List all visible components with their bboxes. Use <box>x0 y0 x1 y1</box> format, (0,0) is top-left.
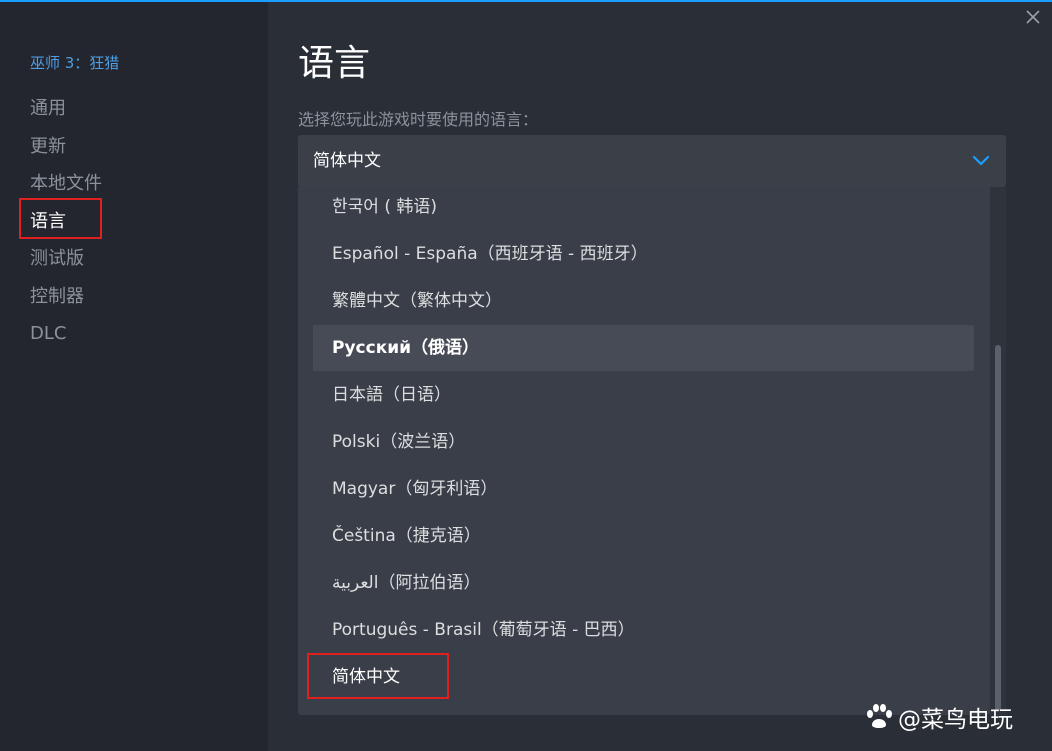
language-option-spanish[interactable]: Español - España（西班牙语 - 西班牙） <box>313 231 974 277</box>
sidebar-item-controller[interactable]: 控制器 <box>30 278 102 316</box>
scrollbar-thumb[interactable] <box>995 345 1001 711</box>
sidebar-item-local-files[interactable]: 本地文件 <box>30 165 102 203</box>
language-option-hungarian[interactable]: Magyar（匈牙利语） <box>313 466 974 512</box>
sidebar-item-betas[interactable]: 测试版 <box>30 240 102 278</box>
language-options-list: 한국어 ( 韩语) Español - España（西班牙语 - 西班牙） 繁… <box>298 187 990 715</box>
sidebar-item-dlc[interactable]: DLC <box>30 315 102 353</box>
language-option-arabic[interactable]: العربية（阿拉伯语） <box>313 560 974 606</box>
language-option-korean[interactable]: 한국어 ( 韩语) <box>313 184 974 230</box>
watermark: @菜鸟电玩 <box>864 700 1013 734</box>
sidebar-item-updates[interactable]: 更新 <box>30 128 102 166</box>
dropdown-selected-value: 简体中文 <box>313 151 381 171</box>
language-option-portuguese-brazil[interactable]: Português - Brasil（葡萄牙语 - 巴西） <box>313 607 974 653</box>
language-option-traditional-chinese[interactable]: 繁體中文（繁体中文） <box>313 278 974 324</box>
language-option-polish[interactable]: Polski（波兰语） <box>313 419 974 465</box>
page-title: 语言 <box>298 43 371 84</box>
close-icon[interactable] <box>1022 6 1044 28</box>
annotation-box-simplified-chinese <box>307 653 449 699</box>
page-subtitle: 选择您玩此游戏时要使用的语言： <box>298 110 539 129</box>
list-scrollbar[interactable] <box>990 187 1006 715</box>
language-option-japanese[interactable]: 日本語（日语） <box>313 372 974 418</box>
language-option-russian[interactable]: Русский（俄语） <box>313 325 974 371</box>
paw-logo <box>867 704 892 728</box>
chevron-down-icon <box>972 155 990 166</box>
language-dropdown[interactable]: 简体中文 <box>298 135 1006 187</box>
game-title: 巫师 3：狂猎 <box>30 54 120 72</box>
annotation-box-language-nav <box>19 198 102 239</box>
sidebar-item-general[interactable]: 通用 <box>30 90 102 128</box>
watermark-text: @菜鸟电玩 <box>898 707 1013 733</box>
language-option-czech[interactable]: Čeština（捷克语） <box>313 513 974 559</box>
